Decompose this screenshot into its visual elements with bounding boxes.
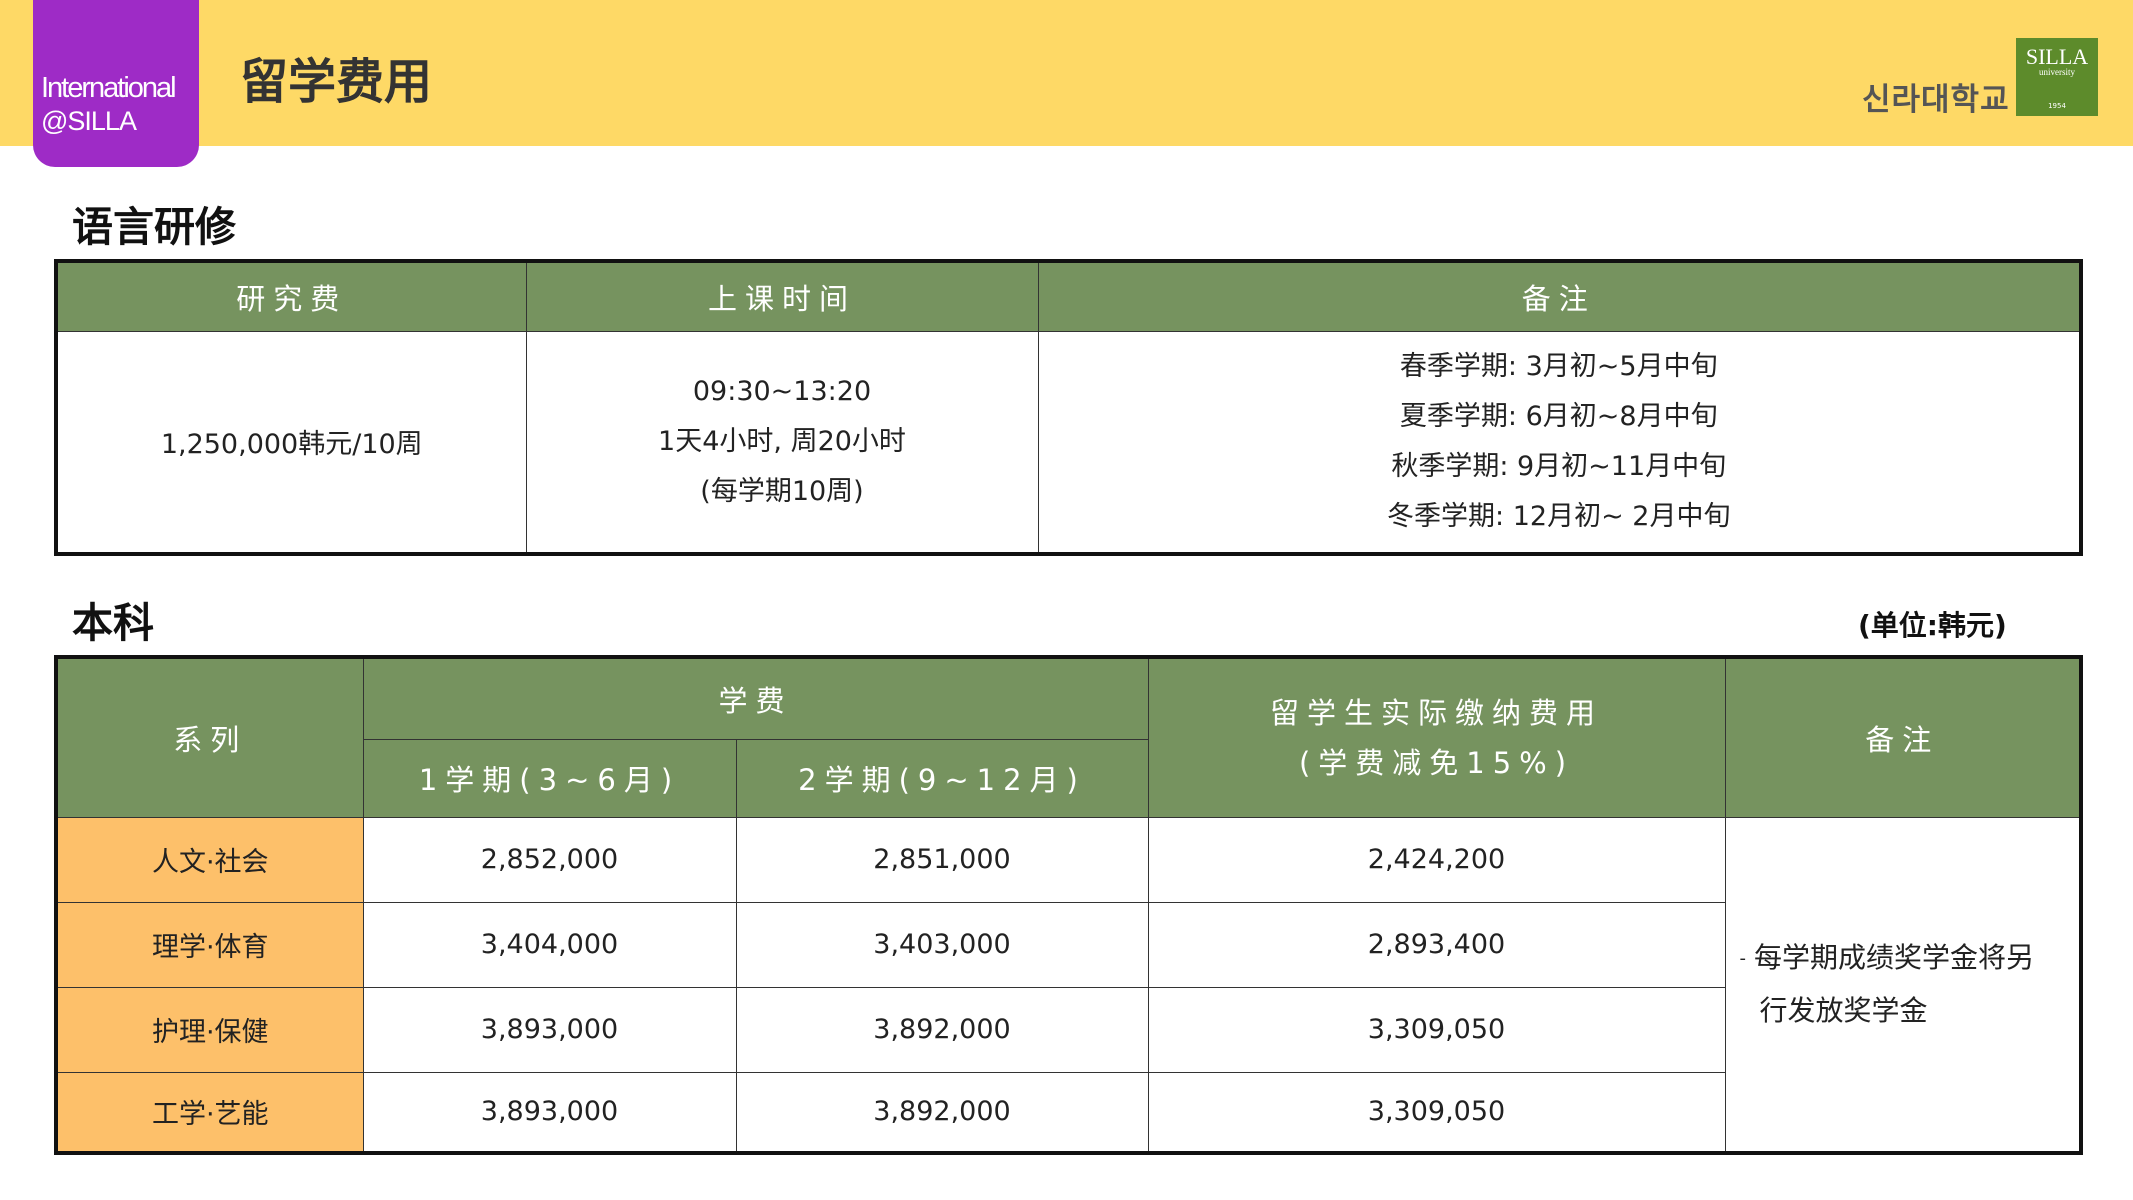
sem1-fee: 2,852,000 [362,816,737,903]
sem1-fee: 3,404,000 [362,901,737,988]
language-fee-table: 研究费 上课时间 备注 1,250,000韩元/10周 09:30~13:20 … [54,259,2083,556]
logo-subtext: university [2039,67,2075,77]
term-note: 秋季学期: 9月初~11月中旬 [1391,450,1727,482]
note-line2: 行发放奖学金 [1759,993,1928,1027]
unit-note: (单位:韩元) [1858,609,2007,642]
table-row: 人文·社会 2,852,000 2,851,000 2,424,200 - 每学期… [55,816,2082,1154]
logo-text: SILLA [2025,44,2089,69]
schedule-line: 09:30~13:20 [692,375,872,407]
page-title: 留学费用 [240,54,433,110]
schedule-line: (每学期10周) [700,475,864,507]
undergrad-section-title: 本科 [72,599,154,647]
header-notes: 备注 [1037,260,2082,332]
header-sem2: 2学期(9~12月) [735,738,1149,818]
sem2-fee: 3,403,000 [735,901,1149,988]
sem2-fee: 3,892,000 [735,1071,1149,1154]
language-section-title: 语言研修 [72,203,236,251]
sem2-fee: 3,892,000 [735,986,1149,1073]
term-note: 春季学期: 3月初~5月中旬 [1399,350,1718,382]
actual-fee-line1: 留学生实际缴纳费用 [1270,695,1604,730]
undergrad-tuition-table: 系列 学费 留学生实际缴纳费用 (学费减免15%) 备注 1学期(3~6月) 2… [54,655,2084,1155]
international-badge: International @SILLA [33,0,199,167]
header-sem1: 1学期(3~6月) [362,738,737,818]
language-fee-value: 1,250,000韩元/10周 [55,330,527,555]
header-note: 备注 [1724,656,2082,818]
actual-fee: 2,424,200 [1147,816,1726,903]
university-name: 신라대학교 [1862,82,2010,118]
note-dash: - [1739,947,1747,969]
header-schedule: 上课时间 [525,260,1039,332]
badge-line1: International [41,72,177,104]
scholarship-note: - 每学期成绩奖学金将另 行发放奖学金 [1724,816,2082,1154]
badge-line2: @SILLA [41,106,137,136]
schedule-line: 1天4小时, 周20小时 [658,425,906,457]
dept-name: 护理·保健 [55,986,364,1073]
term-note: 夏季学期: 6月初~8月中旬 [1399,400,1718,432]
header-actual-fee: 留学生实际缴纳费用 (学费减免15%) [1147,656,1726,818]
dept-name: 工学·艺能 [55,1071,364,1154]
logo-year: 1954 [2048,102,2066,110]
actual-fee-line2: (学费减免15%) [1298,745,1575,780]
header-dept: 系列 [55,656,364,818]
sem1-fee: 3,893,000 [362,986,737,1073]
language-notes: 春季学期: 3月初~5月中旬 夏季学期: 6月初~8月中旬 秋季学期: 9月初~… [1037,330,2082,555]
header-fee: 研究费 [55,260,527,332]
dept-name: 人文·社会 [55,816,364,903]
actual-fee: 3,309,050 [1147,986,1726,1073]
note-line1: 每学期成绩奖学金将另 [1754,940,2035,974]
header-tuition: 学费 [362,656,1149,740]
dept-name: 理学·体育 [55,901,364,988]
sem1-fee: 3,893,000 [362,1071,737,1154]
language-schedule: 09:30~13:20 1天4小时, 周20小时 (每学期10周) [525,330,1039,555]
sem2-fee: 2,851,000 [735,816,1149,903]
actual-fee: 2,893,400 [1147,901,1726,988]
university-logo: SILLA university 1954 [2016,38,2098,116]
term-note: 冬季学期: 12月初~ 2月中旬 [1387,500,1731,532]
actual-fee: 3,309,050 [1147,1071,1726,1154]
